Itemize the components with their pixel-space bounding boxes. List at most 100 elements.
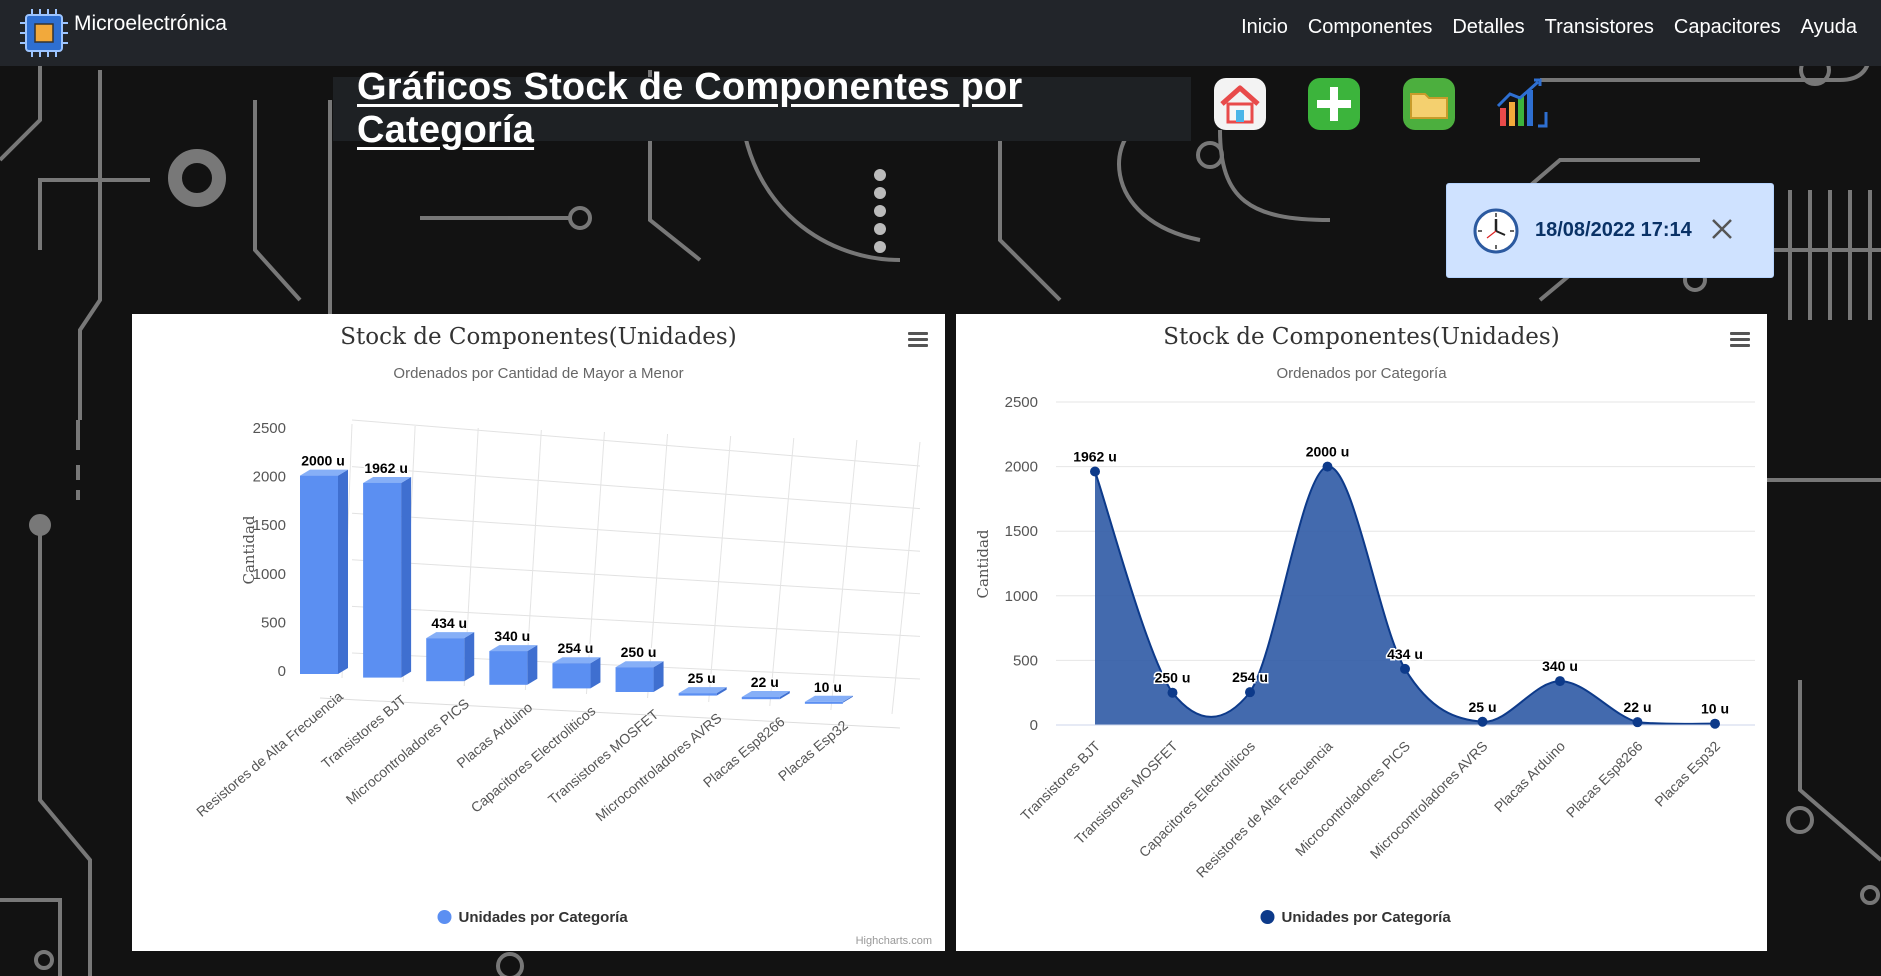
- bar-side: [401, 476, 412, 678]
- chart-menu-icon[interactable]: [1730, 332, 1750, 347]
- data-label: 254 u: [1232, 669, 1268, 685]
- chart-subtitle: Ordenados por Categoría: [1276, 365, 1447, 382]
- y-tick-label: 0: [278, 663, 286, 680]
- x-tick-label: Placas Esp32: [775, 717, 851, 784]
- bar: [426, 638, 465, 682]
- legend-label: Unidades por Categoría: [459, 909, 629, 926]
- legend-marker: [437, 910, 452, 924]
- grid-line: [351, 512, 921, 552]
- chart-panel-bar: Stock de Componentes(Unidades) Ordenados …: [132, 314, 945, 951]
- bar: [300, 475, 338, 674]
- chart-icon[interactable]: [1494, 76, 1550, 132]
- y-tick-label: 2500: [253, 420, 286, 437]
- microchip-icon: [20, 9, 68, 57]
- x-tick-label: Placas Esp32: [1651, 738, 1723, 810]
- chart-title: Stock de Componentes(Unidades): [1163, 324, 1559, 350]
- bar-chart: Stock de Componentes(Unidades) Ordenados …: [193, 324, 932, 947]
- grid-line: [351, 466, 921, 510]
- add-icon[interactable]: [1306, 76, 1362, 132]
- data-label: 1962 u: [1073, 449, 1117, 465]
- x-tick-label: Microcontroladores PICS: [343, 695, 473, 807]
- folder-icon[interactable]: [1401, 76, 1457, 132]
- menu-line: [1730, 338, 1750, 341]
- data-label: 1962 u: [364, 460, 408, 476]
- data-label: 10 u: [814, 679, 842, 695]
- chart-title: Stock de Componentes(Unidades): [340, 324, 736, 350]
- y-tick-label: 2000: [1005, 459, 1038, 476]
- data-label: 22 u: [1623, 699, 1651, 715]
- menu-line: [1730, 344, 1750, 347]
- home-icon[interactable]: [1212, 76, 1268, 132]
- data-label: 434 u: [431, 615, 467, 631]
- y-tick-label: 1500: [1005, 523, 1038, 540]
- nav-link-inicio[interactable]: Inicio: [1241, 16, 1288, 39]
- y-axis-title: Cantidad: [974, 529, 992, 598]
- bar: [615, 667, 654, 692]
- data-label: 25 u: [1468, 699, 1496, 715]
- close-icon[interactable]: [1709, 216, 1735, 242]
- bar: [363, 482, 402, 678]
- bar: [804, 701, 843, 704]
- x-tick-label: Placas Esp8266: [1563, 738, 1646, 821]
- data-point: [1477, 716, 1488, 727]
- brand[interactable]: Microelectrónica: [20, 9, 227, 57]
- x-tick-label: Microcontroladores AVRS: [592, 710, 724, 825]
- bar: [552, 663, 591, 689]
- legend-item[interactable]: Unidades por Categoría: [1260, 909, 1452, 926]
- x-tick-label: Placas Arduino: [1491, 738, 1569, 816]
- grid-line: [351, 419, 921, 467]
- data-label: 340 u: [1542, 658, 1578, 674]
- data-point: [1322, 461, 1333, 472]
- nav-link-capacitores[interactable]: Capacitores: [1674, 16, 1781, 39]
- menu-line: [1730, 332, 1750, 335]
- y-tick-label: 0: [1030, 717, 1038, 734]
- data-point: [1167, 687, 1178, 698]
- x-tick-label: Capacitores Electroliticos: [468, 702, 599, 815]
- bar-side: [527, 645, 538, 685]
- chart-subtitle: Ordenados por Cantidad de Mayor a Menor: [393, 365, 683, 382]
- x-tick-label: Resistores de Alta Frecuencia: [1193, 738, 1336, 881]
- data-label: 254 u: [558, 640, 594, 656]
- data-point: [1710, 718, 1720, 729]
- chart-menu-icon[interactable]: [908, 332, 928, 347]
- menu-line: [908, 338, 928, 341]
- legend-label: Unidades por Categoría: [1282, 909, 1452, 926]
- grid-line: [830, 439, 858, 711]
- datetime-toast: 18/08/2022 17:14: [1446, 183, 1774, 278]
- y-tick-label: 2000: [253, 469, 286, 486]
- chart-panel-area: Stock de Componentes(Unidades) Ordenados …: [956, 314, 1767, 951]
- nav-link-ayuda[interactable]: Ayuda: [1801, 16, 1857, 39]
- area-chart: Stock de Componentes(Unidades) Ordenados …: [974, 324, 1755, 926]
- y-tick-label: 500: [1013, 652, 1038, 669]
- menu-line: [908, 332, 928, 335]
- legend-marker: [1260, 910, 1275, 924]
- bar-side: [338, 469, 348, 674]
- data-point: [1555, 676, 1565, 687]
- grid-line: [351, 559, 921, 595]
- bar-side: [464, 632, 475, 682]
- nav-link-transistores[interactable]: Transistores: [1545, 16, 1654, 39]
- y-tick-label: 500: [261, 614, 286, 631]
- menu-line: [908, 344, 928, 347]
- data-label: 10 u: [1701, 701, 1729, 717]
- grid-line: [891, 441, 921, 715]
- data-label: 434 u: [1387, 646, 1423, 662]
- nav-links: Inicio Componentes Detalles Transistores…: [1241, 16, 1857, 39]
- data-label: 250 u: [621, 644, 657, 660]
- data-point: [1632, 717, 1643, 728]
- page-title: Gráficos Stock de Componentes por Catego…: [357, 66, 1023, 151]
- nav-link-detalles[interactable]: Detalles: [1452, 16, 1524, 39]
- data-label: 2000 u: [301, 453, 345, 469]
- x-tick-label: Transistores BJT: [1017, 737, 1103, 823]
- x-tick-label: Transistores MOSFET: [545, 706, 662, 808]
- brand-name: Microelectrónica: [74, 12, 227, 35]
- data-label: 2000 u: [1306, 444, 1350, 460]
- toast-datetime: 18/08/2022 17:14: [1535, 219, 1692, 241]
- data-label: 340 u: [494, 628, 530, 644]
- data-label: 25 u: [688, 670, 716, 686]
- y-axis-title: Cantidad: [240, 515, 258, 584]
- grid-line: [708, 435, 732, 703]
- legend-item[interactable]: Unidades por Categoría: [437, 909, 629, 926]
- bar: [678, 693, 717, 696]
- nav-link-componentes[interactable]: Componentes: [1308, 16, 1433, 39]
